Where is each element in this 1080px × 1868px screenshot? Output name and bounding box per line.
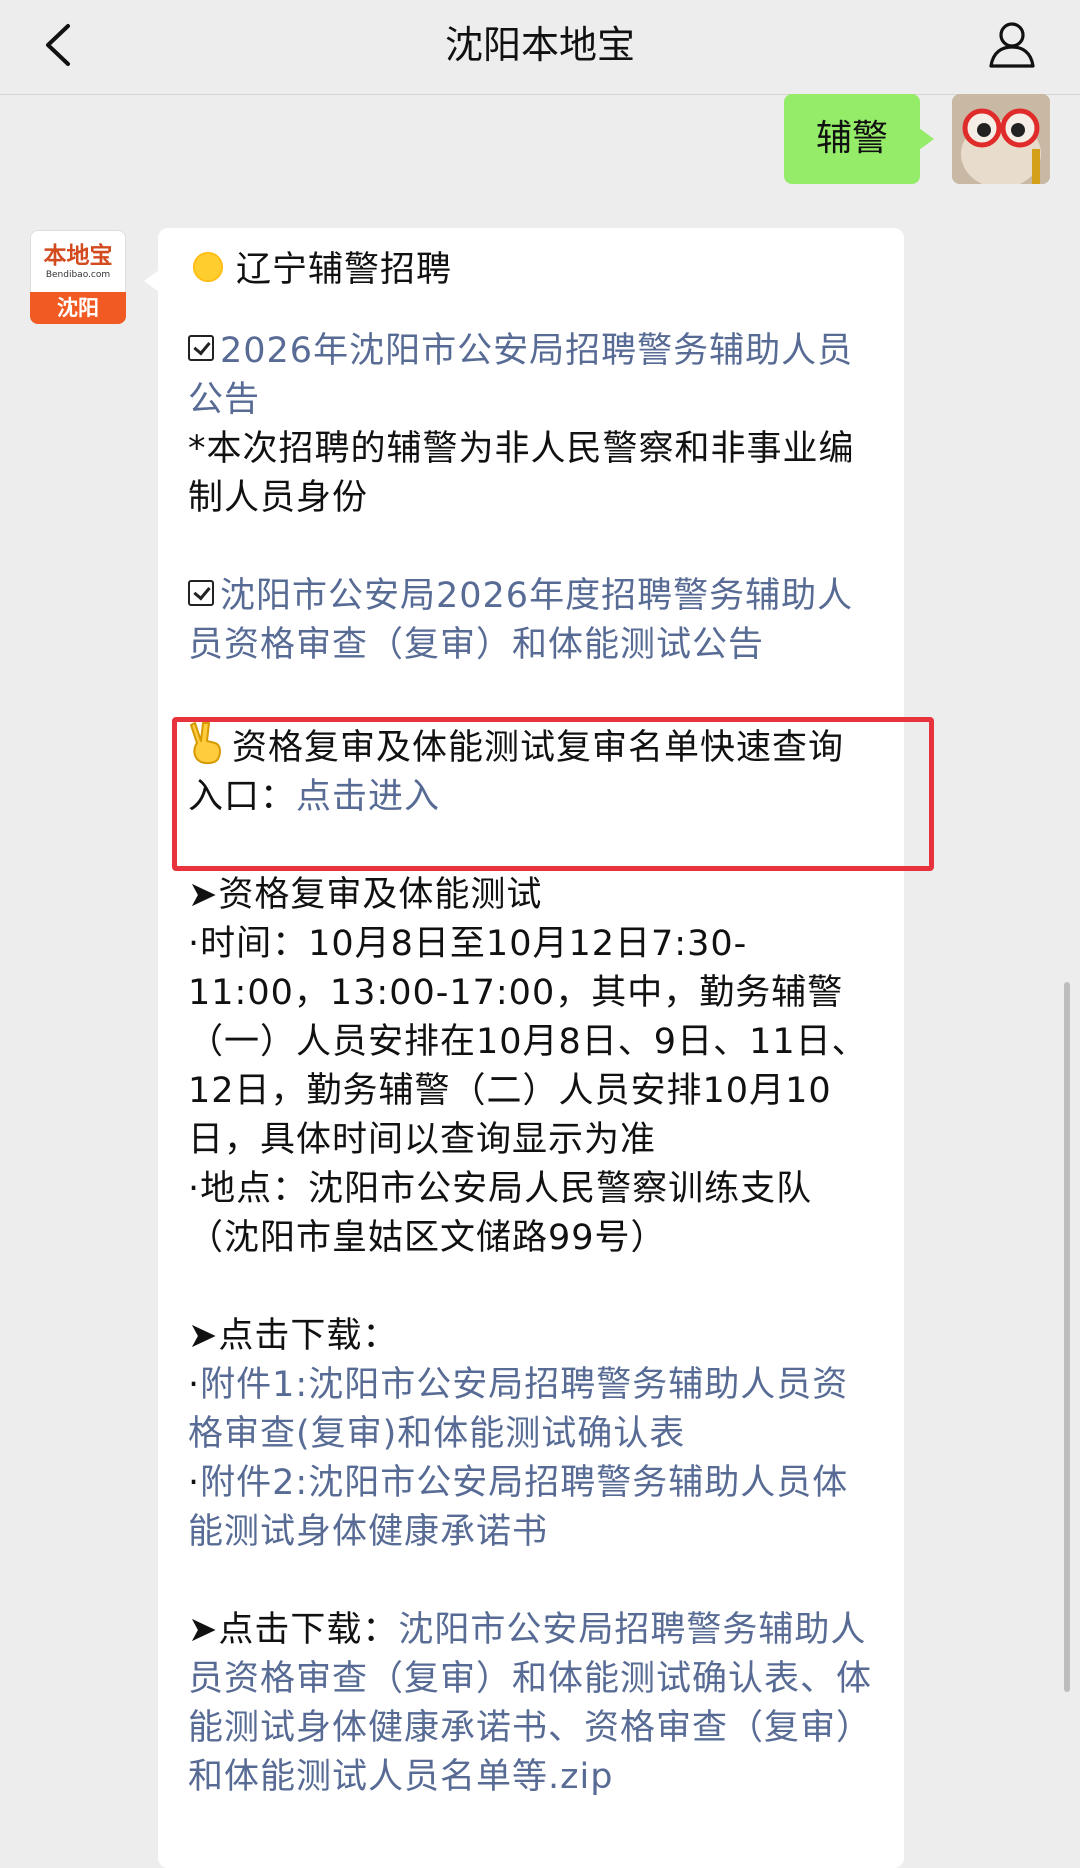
section-title-review: ➤资格复审及体能测试 [188, 875, 543, 915]
download-zip-row: ➤点击下载：沈阳市公安局招聘警务辅助人员资格审查（复审）和体能测试确认表、体能测… [188, 1610, 873, 1797]
attachment-2-link[interactable]: 附件2:沈阳市公安局招聘警务辅助人员体能测试身体健康承诺书 [188, 1463, 848, 1552]
logo-city: 沈阳 [30, 292, 126, 324]
note-text: *本次招聘的辅警为非人民警察和非事业编制人员身份 [188, 429, 855, 518]
attachment-1-link[interactable]: 附件1:沈阳市公安局招聘警务辅助人员资格审查(复审)和体能测试确认表 [188, 1365, 848, 1454]
scrollbar[interactable] [1064, 982, 1070, 1692]
profile-button[interactable] [984, 16, 1040, 72]
nav-bar: 沈阳本地宝 [0, 0, 1080, 95]
user-avatar[interactable] [952, 94, 1050, 184]
notice-link-1-row: 2026年沈阳市公安局招聘警务辅助人员公告 [188, 327, 876, 425]
bot-message-bubble: 辽宁辅警招聘 2026年沈阳市公安局招聘警务辅助人员公告 *本次招聘的辅警为非人… [144, 228, 904, 1868]
download-title: ➤点击下载： [188, 1316, 399, 1356]
logo-text: 本地宝 [43, 242, 113, 269]
checkbox-icon [188, 580, 214, 606]
place-text: ·地点：沈阳市公安局人民警察训练支队（沈阳市皇姑区文储路99号） [188, 1169, 813, 1258]
page-title: 沈阳本地宝 [444, 23, 635, 67]
notice-link-2[interactable]: 沈阳市公安局2026年度招聘警务辅助人员资格审查（复审）和体能测试公告 [188, 576, 853, 665]
checkbox-icon [188, 335, 214, 361]
logo-subtext: Bendibao.com [45, 270, 111, 280]
time-text: ·时间：10月8日至10月12日7:30-11:00，13:00-17:00，其… [188, 924, 868, 1160]
query-link[interactable]: 点击进入 [296, 777, 440, 817]
message-heading: 辽宁辅警招聘 [188, 246, 876, 295]
attachment-1-row: ·附件1:沈阳市公安局招聘警务辅助人员资格审查(复审)和体能测试确认表 [188, 1365, 849, 1454]
bot-avatar[interactable]: 本地宝 Bendibao.com 沈阳 [30, 230, 126, 324]
victory-hand-emoji-icon [190, 722, 221, 765]
query-entry: 资格复审及体能测试复审名单快速查询入口：点击进入 [188, 719, 876, 822]
avatar-image [952, 94, 1050, 184]
attachment-2-row: ·附件2:沈阳市公安局招聘警务辅助人员体能测试身体健康承诺书 [188, 1463, 849, 1552]
notice-link-2-row: 沈阳市公安局2026年度招聘警务辅助人员资格审查（复审）和体能测试公告 [188, 572, 876, 670]
notice-link-1[interactable]: 2026年沈阳市公安局招聘警务辅助人员公告 [188, 331, 853, 420]
sun-emoji-icon [188, 247, 228, 287]
user-icon [989, 22, 1035, 68]
user-message-bubble[interactable]: 辅警 [783, 94, 935, 184]
